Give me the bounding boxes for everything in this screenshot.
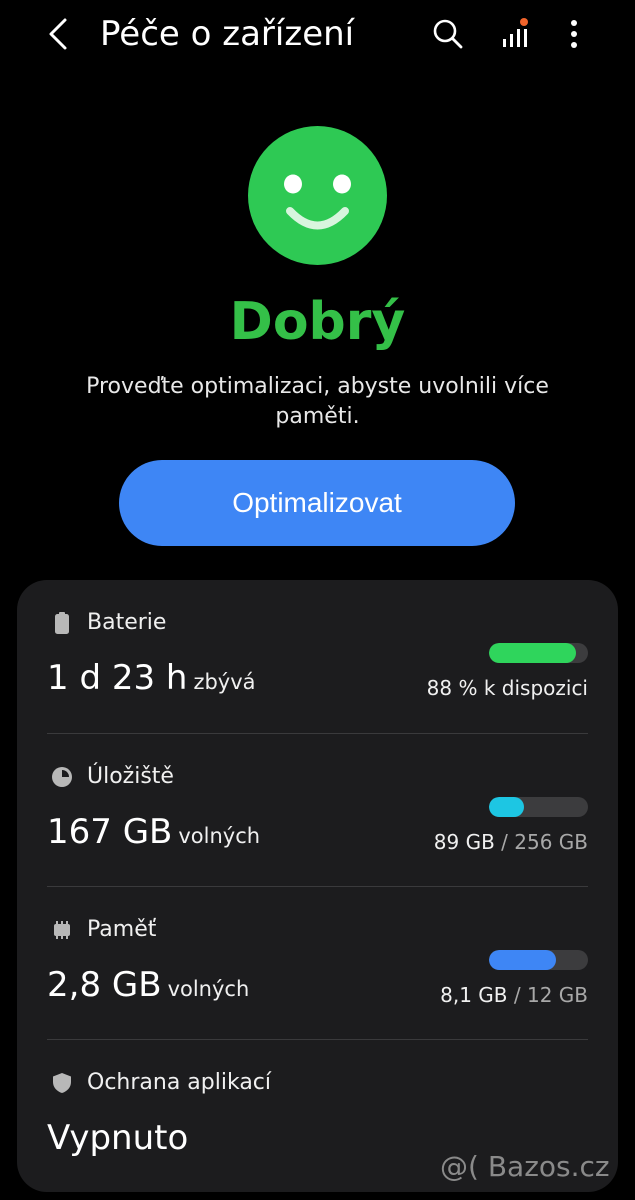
storage-row[interactable]: Úložiště 167 GB volných 89 GB / 256 GB — [17, 734, 618, 888]
memory-value: 2,8 GB volných — [47, 965, 249, 1005]
storage-total: 256 GB — [514, 830, 588, 854]
smiley-face-icon — [248, 126, 387, 265]
battery-remaining-unit: zbývá — [193, 670, 256, 694]
search-button[interactable] — [426, 12, 470, 56]
storage-value: 167 GB volných — [47, 812, 260, 852]
battery-value: 1 d 23 h zbývá — [47, 658, 256, 698]
memory-usage-text: 8,1 GB / 12 GB — [440, 983, 588, 1007]
battery-level-fill — [489, 643, 577, 663]
memory-usage-bar — [489, 950, 588, 970]
storage-separator: / — [494, 830, 515, 854]
back-button[interactable] — [36, 12, 80, 56]
memory-separator: / — [507, 983, 527, 1007]
battery-remaining: 1 d 23 h — [47, 658, 188, 698]
storage-free: 167 GB — [47, 812, 173, 852]
notification-dot — [520, 18, 528, 26]
app-protection-state: Vypnuto — [47, 1118, 189, 1158]
memory-total: 12 GB — [526, 983, 588, 1007]
memory-free: 2,8 GB — [47, 965, 162, 1005]
optimize-button[interactable]: Optimalizovat — [119, 460, 515, 546]
storage-pie-icon — [51, 766, 73, 788]
memory-chip-icon — [51, 919, 73, 941]
chevron-left-icon — [49, 18, 67, 50]
memory-used: 8,1 GB — [440, 983, 508, 1007]
memory-row[interactable]: Paměť 2,8 GB volných 8,1 GB / 12 GB — [17, 887, 618, 1041]
storage-used: 89 GB — [433, 830, 495, 854]
search-icon — [433, 19, 463, 49]
more-vertical-icon — [571, 20, 577, 48]
more-options-button[interactable] — [552, 12, 596, 56]
battery-label: Baterie — [87, 610, 167, 635]
app-protection-value: Vypnuto — [47, 1118, 188, 1158]
memory-usage-fill — [489, 950, 556, 970]
memory-label: Paměť — [87, 917, 157, 942]
battery-row[interactable]: Baterie 1 d 23 h zbývá 88 % k dispozici — [17, 580, 618, 734]
memory-free-unit: volných — [167, 977, 250, 1001]
status-description: Proveďte optimalizaci, abyste uvolnili v… — [86, 374, 549, 429]
storage-free-unit: volných — [178, 824, 261, 848]
top-app-bar: Péče o zařízení — [0, 0, 635, 72]
storage-usage-fill — [489, 797, 524, 817]
storage-usage-text: 89 GB / 256 GB — [434, 830, 588, 854]
battery-icon — [51, 612, 73, 634]
battery-level-bar — [489, 643, 588, 663]
battery-available: 88 % k dispozici — [426, 676, 588, 700]
storage-label: Úložiště — [87, 764, 174, 789]
device-status: Dobrý — [229, 292, 406, 352]
app-protection-label: Ochrana aplikací — [87, 1070, 272, 1095]
statistics-button[interactable] — [494, 12, 538, 56]
device-care-card: Baterie 1 d 23 h zbývá 88 % k dispozici Ú… — [17, 580, 618, 1192]
storage-usage-bar — [489, 797, 588, 817]
shield-icon — [51, 1072, 73, 1094]
page-title: Péče o zařízení — [100, 14, 355, 54]
watermark: @( Bazos.cz — [440, 1150, 610, 1183]
